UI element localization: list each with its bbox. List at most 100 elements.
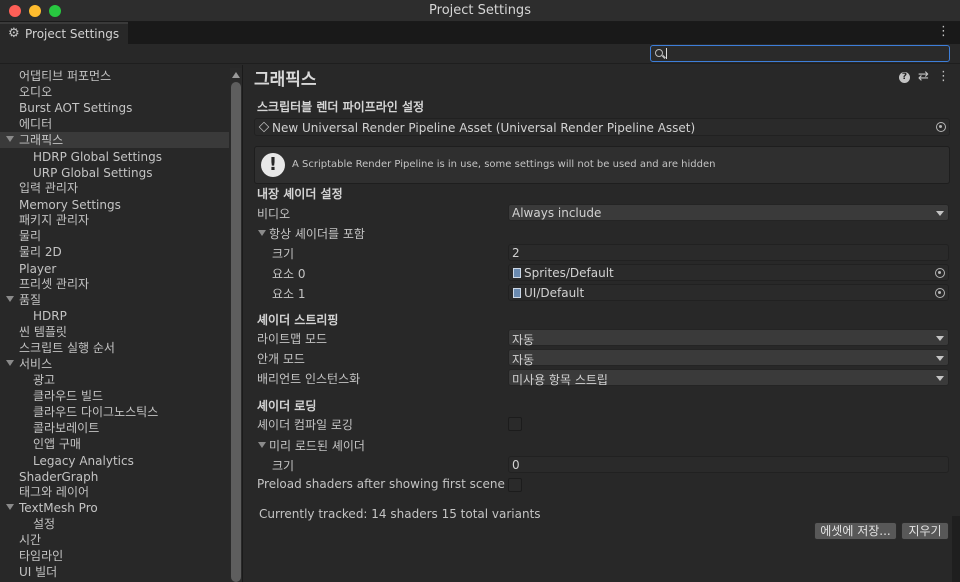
lightmap-modes-value: 자동: [512, 333, 535, 347]
sidebar-item-label: 타임라인: [19, 549, 64, 563]
tab-project-settings[interactable]: ⚙ Project Settings: [0, 22, 128, 44]
sidebar-item-label: 태그와 레이어: [19, 485, 90, 499]
sidebar-scrollbar[interactable]: [230, 68, 242, 582]
expand-arrow-icon[interactable]: [6, 296, 14, 302]
sidebar-item-adaptive-performance[interactable]: 어댑티브 퍼포먼스: [0, 68, 229, 84]
array-size-value: 2: [512, 246, 520, 260]
object-picker-icon[interactable]: [935, 288, 945, 298]
sidebar-item-cloud-build[interactable]: 클라우드 빌드: [0, 388, 229, 404]
sidebar-item-label: 물리: [19, 229, 42, 243]
sidebar-item-burst-aot[interactable]: Burst AOT Settings: [0, 100, 229, 116]
sidebar-item-services[interactable]: 서비스: [0, 356, 229, 372]
sidebar-item-editor[interactable]: 에디터: [0, 116, 229, 132]
shader-file-icon: [513, 288, 521, 298]
sidebar-item-ads[interactable]: 광고: [0, 372, 229, 388]
sidebar-item-preset-manager[interactable]: 프리셋 관리자: [0, 276, 229, 292]
shader-file-icon: [513, 268, 521, 278]
fog-modes-dropdown[interactable]: 자동: [508, 349, 949, 367]
scroll-up-arrow-icon[interactable]: [232, 72, 240, 78]
search-input[interactable]: [667, 46, 947, 61]
log-shader-compilation-label: 셰이더 컴파일 로깅: [257, 418, 353, 432]
sidebar-item-timeline[interactable]: 타임라인: [0, 548, 229, 564]
window-edge: [952, 516, 960, 582]
expand-arrow-icon[interactable]: [6, 360, 14, 366]
sidebar-item-shadergraph[interactable]: ShaderGraph: [0, 469, 229, 485]
array-size-field[interactable]: 2: [508, 244, 949, 261]
sidebar-item-legacy-analytics[interactable]: Legacy Analytics: [0, 453, 229, 469]
search-box[interactable]: [650, 45, 950, 62]
sidebar-item-label: 에디터: [19, 117, 53, 131]
sidebar-item-label: HDRP: [33, 309, 67, 323]
scrollbar-thumb[interactable]: [231, 82, 241, 582]
sidebar-item-collaborate[interactable]: 콜라보레이트: [0, 420, 229, 436]
sidebar-item-urp-global-settings[interactable]: URP Global Settings: [0, 165, 229, 181]
sidebar-item-ui-builder[interactable]: UI 빌더: [0, 564, 229, 580]
preset-sliders-icon[interactable]: ⇄: [918, 69, 929, 84]
save-to-asset-button[interactable]: 에셋에 저장...: [814, 522, 897, 540]
sidebar-item-time[interactable]: 시간: [0, 532, 229, 548]
object-picker-icon[interactable]: [935, 268, 945, 278]
foldout-arrow-icon[interactable]: [258, 442, 266, 448]
sidebar-item-quality[interactable]: 품질: [0, 292, 229, 308]
sidebar-item-physics[interactable]: 물리: [0, 228, 229, 244]
more-options-icon[interactable]: ⋮: [937, 69, 950, 84]
sidebar-item-scene-template[interactable]: 씬 템플릿: [0, 324, 229, 340]
sidebar-item-label: 물리 2D: [19, 245, 62, 259]
tab-label: Project Settings: [25, 27, 120, 41]
instancing-variants-dropdown[interactable]: 미사용 항목 스트립: [508, 369, 949, 387]
help-icon[interactable]: ?: [899, 72, 910, 83]
sidebar-item-memory-settings[interactable]: Memory Settings: [0, 197, 229, 213]
preloaded-shaders-label[interactable]: 미리 로드된 셰이더: [269, 437, 365, 454]
search-icon: [655, 49, 663, 57]
instancing-variants-label: 배리언트 인스턴스화: [257, 372, 361, 386]
sidebar-item-input-manager[interactable]: 입력 관리자: [0, 180, 229, 196]
fog-modes-value: 자동: [512, 353, 535, 367]
sidebar-item-audio[interactable]: 오디오: [0, 84, 229, 100]
render-pipeline-asset-field[interactable]: New Universal Render Pipeline Asset (Uni…: [254, 118, 950, 136]
always-include-shaders-label[interactable]: 항상 셰이더를 포함: [269, 225, 365, 242]
render-pipeline-asset-value: New Universal Render Pipeline Asset (Uni…: [272, 121, 696, 135]
element-0-field[interactable]: Sprites/Default: [508, 264, 949, 281]
foldout-arrow-icon[interactable]: [258, 230, 266, 236]
sidebar-item-cloud-diagnostics[interactable]: 클라우드 다이그노스틱스: [0, 404, 229, 420]
expand-arrow-icon[interactable]: [6, 504, 14, 510]
sidebar-item-hdrp[interactable]: HDRP: [0, 308, 229, 324]
sidebar-item-physics-2d[interactable]: 물리 2D: [0, 244, 229, 260]
video-dropdown[interactable]: Always include: [508, 204, 949, 221]
log-shader-compilation-checkbox[interactable]: [508, 417, 522, 431]
element-1-field[interactable]: UI/Default: [508, 284, 949, 301]
sidebar-item-label: 인앱 구매: [33, 437, 81, 451]
clear-button[interactable]: 지우기: [901, 522, 949, 540]
tab-bar: ⚙ Project Settings ⋮: [0, 22, 960, 44]
sidebar-item-label: 그래픽스: [19, 133, 64, 147]
expand-arrow-icon[interactable]: [6, 136, 14, 142]
sidebar-item-package-manager[interactable]: 패키지 관리자: [0, 212, 229, 228]
help-box-text: A Scriptable Render Pipeline is in use, …: [292, 159, 716, 170]
sidebar-item-textmesh-settings[interactable]: 설정: [0, 516, 229, 532]
sidebar-item-player[interactable]: Player: [0, 261, 229, 277]
element-0-value: Sprites/Default: [524, 266, 614, 280]
object-picker-icon[interactable]: [936, 122, 946, 132]
sidebar-item-label: 씬 템플릿: [19, 325, 67, 339]
title-bar: Project Settings: [0, 0, 960, 22]
sidebar-item-script-execution-order[interactable]: 스크립트 실행 순서: [0, 340, 229, 356]
sidebar-item-tags-and-layers[interactable]: 태그와 레이어: [0, 484, 229, 500]
sidebar-item-label: ShaderGraph: [19, 470, 99, 484]
video-dropdown-value: Always include: [512, 206, 602, 220]
sidebar-item-hdrp-global-settings[interactable]: HDRP Global Settings: [0, 149, 229, 165]
sidebar-item-label: HDRP Global Settings: [33, 150, 162, 164]
shader-loading-section-heading: 셰이더 로딩: [257, 399, 317, 413]
sidebar-item-label: 서비스: [19, 357, 53, 371]
builtin-shader-section-heading: 내장 셰이더 설정: [257, 187, 343, 201]
preload-after-first-scene-checkbox[interactable]: [508, 478, 522, 492]
more-options-icon[interactable]: ⋮: [937, 24, 950, 39]
sidebar-item-label: 프리셋 관리자: [19, 277, 90, 291]
lightmap-modes-label: 라이트맵 모드: [257, 332, 328, 346]
preloaded-size-field[interactable]: 0: [508, 456, 949, 473]
sidebar-item-label: 스크립트 실행 순서: [19, 341, 115, 355]
sidebar-item-textmesh-pro[interactable]: TextMesh Pro: [0, 500, 229, 516]
lightmap-modes-dropdown[interactable]: 자동: [508, 329, 949, 347]
sidebar-item-label: 클라우드 빌드: [33, 389, 104, 403]
sidebar-item-graphics[interactable]: 그래픽스: [0, 132, 229, 148]
sidebar-item-in-app-purchasing[interactable]: 인앱 구매: [0, 436, 229, 452]
